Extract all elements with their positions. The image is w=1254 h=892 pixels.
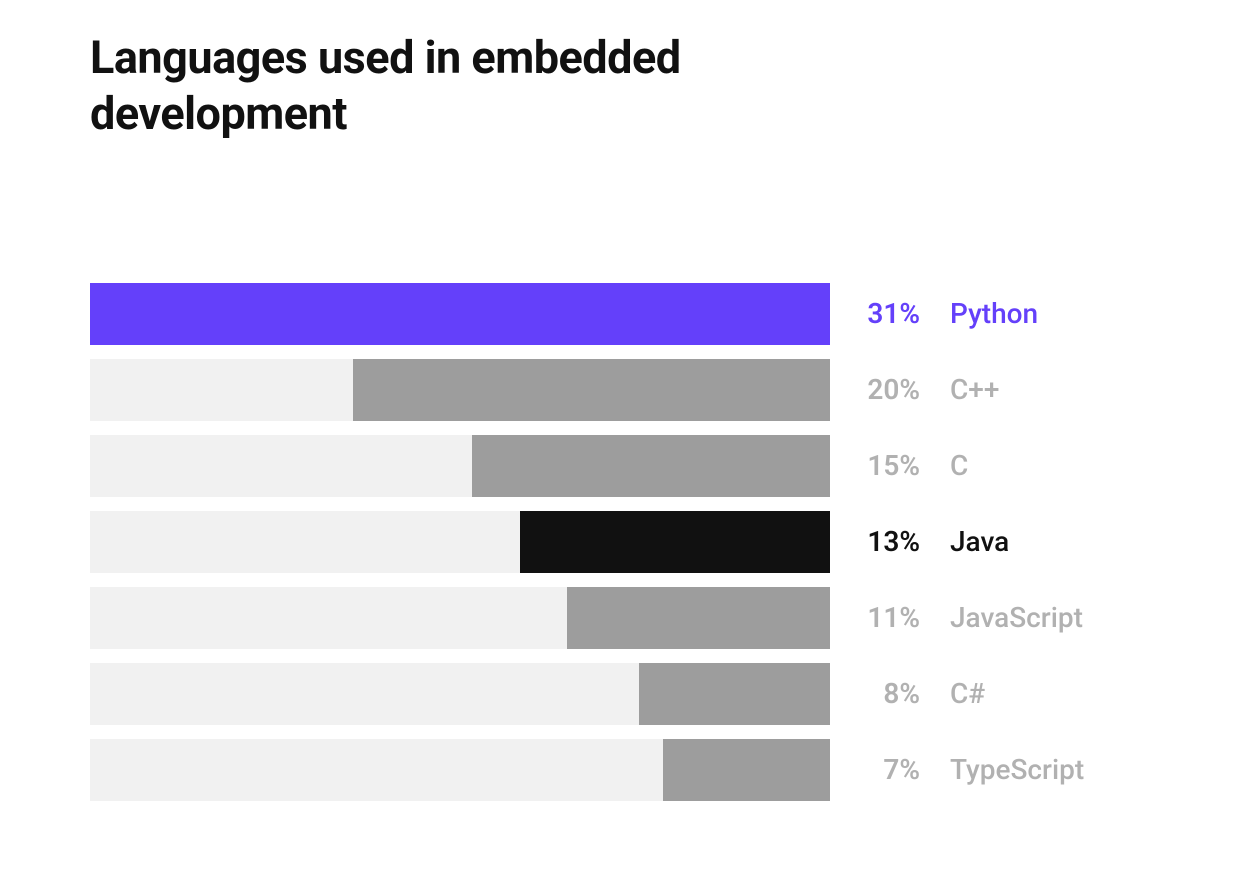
bar-fill (567, 587, 830, 649)
bar-value: 7% (830, 753, 950, 786)
bar-fill (90, 283, 830, 345)
chart-rows: 31% Python 20% C++ 15% C 13% Java 11% Ja… (90, 283, 1164, 801)
bar-label: Python (950, 297, 1038, 330)
bar-fill (663, 739, 830, 801)
bar-fill (472, 435, 830, 497)
bar-track (90, 663, 830, 725)
bar-fill (639, 663, 830, 725)
bar-value: 15% (830, 449, 950, 482)
bar-row: 20% C++ (90, 359, 1164, 421)
bar-value: 8% (830, 677, 950, 710)
bar-fill (520, 511, 830, 573)
bar-label: TypeScript (950, 753, 1084, 786)
bar-row: 7% TypeScript (90, 739, 1164, 801)
bar-track (90, 283, 830, 345)
bar-value: 31% (830, 297, 950, 330)
bar-label: C++ (950, 373, 999, 406)
bar-track (90, 587, 830, 649)
chart-title: Languages used in embedded development (90, 30, 810, 143)
bar-row: 13% Java (90, 511, 1164, 573)
bar-label: JavaScript (950, 601, 1083, 634)
bar-row: 8% C# (90, 663, 1164, 725)
bar-value: 20% (830, 373, 950, 406)
bar-track (90, 359, 830, 421)
bar-value: 11% (830, 601, 950, 634)
bar-label: Java (950, 525, 1009, 558)
bar-track (90, 511, 830, 573)
bar-track (90, 435, 830, 497)
bar-fill (353, 359, 830, 421)
bar-row: 31% Python (90, 283, 1164, 345)
bar-row: 11% JavaScript (90, 587, 1164, 649)
bar-track (90, 739, 830, 801)
bar-value: 13% (830, 525, 950, 558)
bar-row: 15% C (90, 435, 1164, 497)
bar-label: C (950, 449, 968, 482)
bar-label: C# (950, 677, 985, 710)
